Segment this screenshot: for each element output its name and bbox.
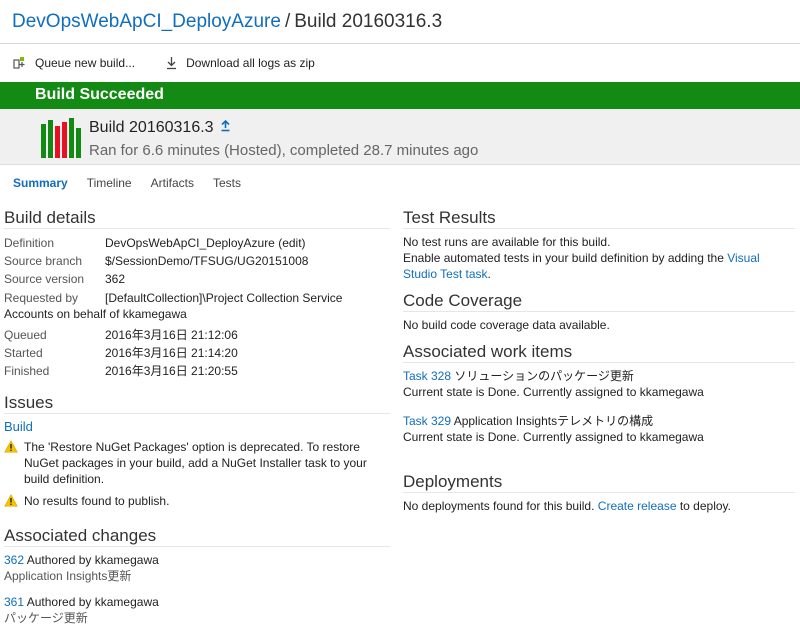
started-label: Started bbox=[4, 346, 43, 360]
build-number: Build 20160316.3 bbox=[89, 119, 214, 137]
build-run-info: Ran for 6.6 minutes (Hosted), completed … bbox=[89, 142, 479, 159]
breadcrumb-separator: / bbox=[284, 11, 291, 32]
queue-new-build-button[interactable]: Queue new build... bbox=[12, 55, 135, 71]
left-column: Build details Definition DevOpsWebApCI_D… bbox=[4, 207, 390, 626]
download-logs-button[interactable]: Download all logs as zip bbox=[163, 55, 315, 71]
test-results-title: Test Results bbox=[403, 207, 795, 229]
started-value: 2016年3月16日 21:14:20 bbox=[105, 346, 238, 360]
queue-new-build-label: Queue new build... bbox=[35, 55, 136, 70]
work-item-state: Current state is Done. Currently assigne… bbox=[403, 385, 704, 399]
change-item: 361 Authored by kkamegawa パッケージ更新 bbox=[4, 594, 390, 626]
warning-icon bbox=[4, 494, 20, 511]
build-summary-header: Build 20160316.3 Ran for 6.6 minutes (Ho… bbox=[0, 109, 800, 165]
tab-summary[interactable]: Summary bbox=[13, 176, 68, 190]
details-row-branch: Source branch $/SessionDemo/TFSUG/UG2015… bbox=[4, 252, 390, 270]
deployments-end: to deploy. bbox=[676, 499, 731, 513]
details-row-finished: Finished 2016年3月16日 21:20:55 bbox=[4, 362, 390, 380]
pin-icon[interactable] bbox=[220, 119, 231, 137]
change-message: Application Insights更新 bbox=[4, 569, 132, 583]
work-item-name: Application Insightsテレメトリの構成 bbox=[451, 414, 654, 428]
details-row-started: Started 2016年3月16日 21:14:20 bbox=[4, 344, 390, 362]
deployments-title: Deployments bbox=[403, 471, 795, 493]
changeset-link[interactable]: 362 bbox=[4, 553, 24, 567]
issue-item: The 'Restore NuGet Packages' option is d… bbox=[4, 439, 390, 487]
changeset-link[interactable]: 361 bbox=[4, 595, 24, 609]
tab-tests[interactable]: Tests bbox=[213, 176, 241, 190]
queued-label: Queued bbox=[4, 328, 47, 342]
issues-group-build[interactable]: Build bbox=[4, 419, 390, 437]
download-logs-label: Download all logs as zip bbox=[186, 55, 315, 70]
work-item: Task 329 Application Insightsテレメトリの構成 Cu… bbox=[403, 413, 795, 445]
build-history-bars-icon bbox=[41, 118, 81, 158]
work-item-link[interactable]: Task 329 bbox=[403, 414, 451, 428]
issue-item: No results found to publish. bbox=[4, 493, 390, 511]
test-hint-end: . bbox=[487, 267, 491, 281]
issue-text: The 'Restore NuGet Packages' option is d… bbox=[24, 440, 367, 486]
change-message: パッケージ更新 bbox=[4, 611, 88, 625]
page-title: Build 20160316.3 bbox=[294, 11, 443, 32]
requested-value: [DefaultCollection]\Project Collection S… bbox=[105, 291, 343, 305]
code-coverage-title: Code Coverage bbox=[403, 290, 795, 312]
deployments-empty: No deployments found for this build. bbox=[403, 499, 598, 513]
finished-value: 2016年3月16日 21:20:55 bbox=[105, 364, 238, 378]
code-coverage-text: No build code coverage data available. bbox=[403, 318, 610, 332]
work-item-link[interactable]: Task 328 bbox=[403, 369, 451, 383]
queue-build-icon bbox=[12, 55, 28, 71]
build-status-banner: Build Succeeded bbox=[0, 82, 800, 109]
toolbar: Queue new build... Download all logs as … bbox=[0, 44, 800, 81]
test-hint-text: Enable automated tests in your build def… bbox=[403, 251, 728, 265]
requested-label: Requested by bbox=[4, 291, 79, 305]
associated-changes-title: Associated changes bbox=[4, 525, 390, 547]
tab-timeline[interactable]: Timeline bbox=[87, 176, 132, 190]
work-item-state: Current state is Done. Currently assigne… bbox=[403, 430, 704, 444]
finished-label: Finished bbox=[4, 364, 50, 378]
change-author: Authored by kkamegawa bbox=[24, 595, 159, 609]
work-item: Task 328 ソリューションのパッケージ更新 Current state i… bbox=[403, 368, 795, 400]
change-author: Authored by kkamegawa bbox=[24, 553, 159, 567]
build-tabs: Summary Timeline Artifacts Tests bbox=[13, 176, 260, 190]
create-release-link[interactable]: Create release bbox=[598, 499, 677, 513]
details-row-requested: Requested by [DefaultCollection]\Project … bbox=[4, 290, 390, 322]
work-item-name: ソリューションのパッケージ更新 bbox=[451, 369, 634, 383]
branch-label: Source branch bbox=[4, 254, 83, 268]
source-version-link[interactable]: 362 bbox=[105, 270, 125, 288]
definition-link[interactable]: DevOpsWebApCI_DeployAzure (edit) bbox=[105, 234, 306, 252]
build-details-title: Build details bbox=[4, 207, 390, 229]
page-title-bar: DevOpsWebApCI_DeployAzure / Build 20160316… bbox=[0, 0, 800, 44]
work-items-title: Associated work items bbox=[403, 341, 795, 363]
queued-value: 2016年3月16日 21:12:06 bbox=[105, 328, 238, 342]
branch-value: $/SessionDemo/TFSUG/UG20151008 bbox=[105, 254, 309, 268]
test-results-hint: Enable automated tests in your build def… bbox=[403, 250, 795, 282]
issue-text: No results found to publish. bbox=[24, 494, 170, 508]
definition-breadcrumb-link[interactable]: DevOpsWebApCI_DeployAzure bbox=[12, 11, 281, 32]
download-icon bbox=[163, 55, 179, 71]
details-row-version: Source version 362 bbox=[4, 270, 390, 288]
tab-artifacts[interactable]: Artifacts bbox=[151, 176, 194, 190]
right-column: Test Results No test runs are available … bbox=[403, 207, 795, 514]
version-label: Source version bbox=[4, 272, 85, 286]
issues-title: Issues bbox=[4, 392, 390, 414]
details-row-queued: Queued 2016年3月16日 21:12:06 bbox=[4, 326, 390, 344]
build-name: Build 20160316.3 bbox=[89, 119, 231, 137]
test-results-empty-text: No test runs are available for this buil… bbox=[403, 235, 611, 249]
deployments-text: No deployments found for this build. Cre… bbox=[403, 498, 795, 514]
warning-icon bbox=[4, 440, 20, 487]
details-row-definition: Definition DevOpsWebApCI_DeployAzure (ed… bbox=[4, 234, 390, 252]
definition-label: Definition bbox=[4, 236, 55, 250]
requested-value-cont: Accounts on behalf of kkamegawa bbox=[4, 307, 187, 321]
change-item: 362 Authored by kkamegawa Application In… bbox=[4, 552, 390, 584]
